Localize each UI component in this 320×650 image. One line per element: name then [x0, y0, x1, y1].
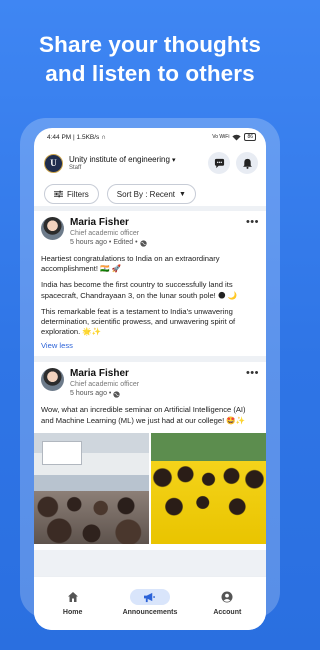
account-icon	[221, 591, 233, 603]
group-photo[interactable]	[151, 432, 266, 544]
headline-line-1: Share your thoughts	[39, 32, 261, 57]
more-options-icon[interactable]: •••	[246, 368, 259, 379]
globe-icon	[139, 239, 147, 247]
org-role: Staff	[69, 165, 82, 171]
caret-down-icon: ▼	[179, 190, 186, 198]
more-options-icon[interactable]: •••	[246, 217, 259, 228]
author-title: Chief academic officer	[70, 230, 140, 237]
post-paragraph: India has become the first country to su…	[41, 280, 238, 300]
globe-icon	[113, 391, 121, 398]
app-bar: U Unity institute of engineering ▾ Staff	[34, 146, 266, 180]
status-right: Vo WiFi 86	[212, 133, 256, 141]
notifications-button[interactable]	[236, 152, 258, 174]
seminar-photo[interactable]	[34, 432, 149, 544]
home-icon	[67, 592, 78, 602]
author-title: Chief academic officer	[70, 381, 140, 389]
institute-logo[interactable]: U	[44, 153, 63, 173]
nav-announcements[interactable]: Announcements	[115, 589, 185, 616]
view-less-link[interactable]: View less	[41, 341, 259, 350]
nav-account[interactable]: Account	[192, 589, 262, 616]
status-speed: 1.5KB/s	[76, 133, 100, 141]
avatar[interactable]	[41, 217, 64, 240]
author-name[interactable]: Maria Fisher	[70, 217, 240, 229]
headline-line-2: and listen to others	[45, 61, 255, 86]
sliders-icon	[54, 190, 63, 198]
post-body: Wow, what an incredible seminar on Artif…	[41, 405, 259, 425]
post-meta: 5 hours ago •	[70, 390, 112, 398]
sort-dropdown[interactable]: Sort By : Recent ▼	[106, 184, 196, 204]
nav-label: Announcements	[122, 609, 178, 616]
status-left: 4:44 PM | 1.5KB/s ∩	[47, 133, 106, 141]
filters-button[interactable]: Filters	[44, 184, 99, 204]
post-card: Maria Fisher Chief academic officer 5 ho…	[34, 362, 266, 550]
org-name: Unity institute of engineering	[69, 155, 170, 164]
org-switcher[interactable]: Unity institute of engineering ▾ Staff	[69, 155, 202, 171]
headset-icon: ∩	[101, 133, 106, 141]
bell-icon	[242, 158, 252, 169]
author-name[interactable]: Maria Fisher	[70, 368, 240, 380]
nav-label: Home	[62, 609, 83, 616]
avatar[interactable]	[41, 368, 64, 392]
post-paragraph: This remarkable feat is a testament to I…	[41, 306, 236, 337]
filters-label: Filters	[67, 189, 89, 199]
nav-label: Account	[213, 609, 242, 616]
post-paragraph: Heartiest congratulations to India on an…	[41, 254, 220, 274]
sort-label: Sort By : Recent	[116, 189, 176, 199]
feed[interactable]: Maria Fisher Chief academic officer 5 ho…	[34, 206, 266, 576]
chevron-down-icon: ▾	[171, 156, 176, 164]
nav-home[interactable]: Home	[38, 589, 108, 616]
post-body: Heartiest congratulations to India on an…	[41, 254, 259, 337]
battery-indicator: 86	[244, 133, 256, 141]
post-photos	[34, 432, 266, 544]
megaphone-icon	[144, 592, 156, 602]
post-card: Maria Fisher Chief academic officer 5 ho…	[34, 211, 266, 357]
post-meta: 5 hours ago • Edited •	[70, 239, 138, 246]
chat-icon	[214, 158, 224, 168]
bottom-navigation: Home Announcements Account	[34, 576, 266, 630]
chat-button[interactable]	[208, 152, 230, 174]
status-time: 4:44 PM	[47, 133, 72, 141]
post-paragraph: Wow, what an incredible seminar on Artif…	[41, 405, 246, 425]
status-bar: 4:44 PM | 1.5KB/s ∩ Vo WiFi 86	[34, 128, 266, 146]
network-label: Vo WiFi	[212, 134, 230, 140]
phone-screen: 4:44 PM | 1.5KB/s ∩ Vo WiFi 86 U Unity i…	[34, 128, 266, 630]
marketing-headline: Share your thoughts and listen to others	[0, 30, 300, 88]
wifi-icon	[232, 134, 242, 140]
